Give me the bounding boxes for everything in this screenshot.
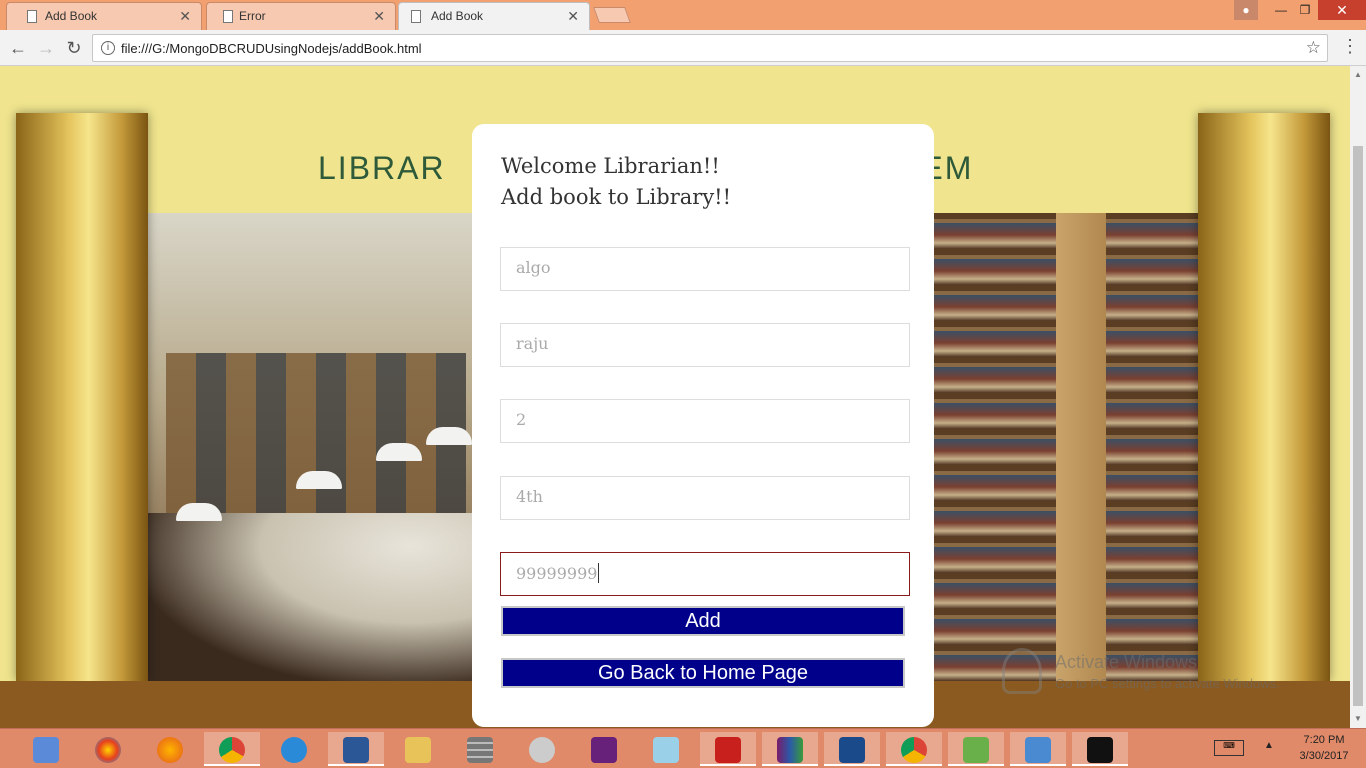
right-gold-pillar [1198,113,1330,681]
key-icon [1002,648,1042,694]
activate-windows-watermark: Activate Windows Go to PC settings to ac… [1055,652,1280,691]
system-clock[interactable]: 7:20 PM 3/30/2017 [1286,732,1362,764]
watermark-subtitle: Go to PC settings to activate Windows. [1055,676,1280,691]
add-book-card: Welcome Librarian!! Add book to Library!… [472,124,934,727]
page-icon [411,10,421,23]
add-book-heading: Add book to Library!! [501,185,732,209]
book-name-input[interactable]: algo [500,247,910,291]
firefox-icon[interactable] [142,732,198,766]
add-button[interactable]: Add [501,606,905,636]
tab-add-book-2[interactable]: Add Book ✕ [398,2,590,30]
lamp [176,503,222,521]
close-icon[interactable]: ✕ [567,8,579,25]
address-bar[interactable]: i file:///G:/MongoDBCRUDUsingNodejs/addB… [92,34,1328,62]
scroll-thumb[interactable] [1353,146,1363,706]
field-value: 2 [516,410,527,429]
word-icon[interactable] [328,732,384,766]
page-icon [27,10,37,23]
chart-icon[interactable] [948,732,1004,766]
windows-taskbar [0,728,1366,768]
new-tab-button[interactable] [593,7,631,23]
url-text: file:///G:/MongoDBCRUDUsingNodejs/addBoo… [121,41,422,56]
text-caret [598,563,600,583]
field-value: raju [516,334,549,353]
wall-icon[interactable] [452,732,508,766]
close-icon[interactable]: ✕ [179,8,191,25]
chrome-icon[interactable] [204,732,260,766]
field-value: 4th [516,487,543,506]
tab-title: Error [239,9,266,23]
shelf-pillar [1056,213,1106,681]
visual-studio-icon[interactable] [576,732,632,766]
edition-input[interactable]: 4th [500,476,910,520]
notebook-icon[interactable] [638,732,694,766]
lamp [296,471,342,489]
field-value: algo [516,258,551,277]
wordpad-icon[interactable] [1010,732,1066,766]
watermark-title: Activate Windows [1055,652,1198,672]
tab-title: Add Book [45,9,98,23]
media-player-icon[interactable] [18,732,74,766]
close-icon[interactable]: ✕ [373,8,385,25]
clock-time: 7:20 PM [1303,734,1345,746]
scroll-up-arrow[interactable]: ▲ [1350,70,1366,79]
forward-icon[interactable]: → [34,36,58,60]
menu-icon[interactable]: ⋮ [1340,36,1360,57]
brackets-icon[interactable] [824,732,880,766]
quantity-input[interactable]: 2 [500,399,910,443]
cmd-icon[interactable] [1072,732,1128,766]
tab-strip: Add Book ✕ Error ✕ Add Book ✕ ● — ❐ ✕ [0,0,1366,30]
bookmark-star-icon[interactable]: ☆ [1306,38,1321,58]
welcome-heading: Welcome Librarian!! [501,154,720,178]
tab-title: Add Book [431,9,484,23]
go-home-button[interactable]: Go Back to Home Page [501,658,905,688]
tab-add-book-1[interactable]: Add Book ✕ [6,2,202,30]
page-viewport: LIBRAR STEM Activate Windows Go to PC se… [0,66,1350,728]
tab-error[interactable]: Error ✕ [206,2,396,30]
isbn-input[interactable]: 99999999 [500,552,910,596]
user-icon[interactable]: ● [1234,0,1258,20]
banner-left: LIBRAR [318,150,446,186]
page-scrollbar[interactable]: ▲ ▼ [1350,66,1366,728]
restore-button[interactable]: ❐ [1290,0,1320,20]
tray-chevron-icon[interactable]: ▲ [1264,740,1274,751]
ie-icon[interactable] [266,732,322,766]
browser-toolbar: ← → ↻ i file:///G:/MongoDBCRUDUsingNodej… [0,30,1366,66]
keyboard-icon[interactable]: ⌨ [1214,740,1244,756]
git-icon[interactable] [514,732,570,766]
clock-date: 3/30/2017 [1299,750,1349,762]
photos-icon[interactable] [80,732,136,766]
lamp [376,443,422,461]
close-window-button[interactable]: ✕ [1318,0,1366,20]
lamp [426,427,472,445]
winrar-icon[interactable] [762,732,818,766]
author-input[interactable]: raju [500,323,910,367]
acrobat-icon[interactable] [700,732,756,766]
scroll-down-arrow[interactable]: ▼ [1350,714,1366,723]
file-explorer-icon[interactable] [390,732,446,766]
left-gold-pillar [16,113,148,681]
reload-icon[interactable]: ↻ [62,36,86,60]
field-value: 99999999 [516,564,598,583]
chrome-icon[interactable] [886,732,942,766]
info-icon[interactable]: i [101,41,115,55]
back-icon[interactable]: ← [6,36,30,60]
page-icon [223,10,233,23]
